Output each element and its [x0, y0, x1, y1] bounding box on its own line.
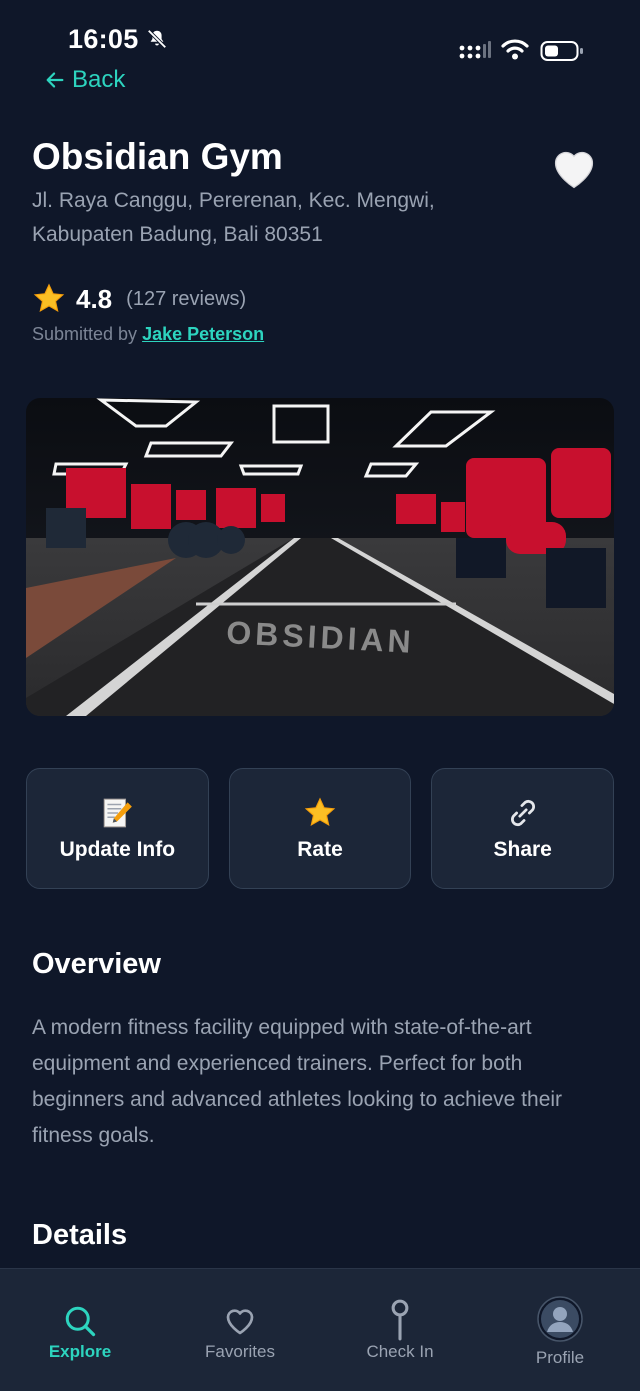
wifi-icon — [501, 39, 529, 60]
nav-explore[interactable]: Explore — [0, 1269, 160, 1391]
status-time: 16:05 — [68, 24, 139, 54]
submitter-link[interactable]: Jake Peterson — [142, 324, 264, 344]
gym-address: Jl. Raya Canggu, Pererenan, Kec. Mengwi,… — [32, 189, 435, 246]
bottom-nav: Explore Favorites Check In Profile — [0, 1268, 640, 1391]
gym-title: Obsidian Gym — [32, 136, 283, 177]
heart-icon[interactable] — [548, 142, 600, 194]
nav-explore-label: Explore — [48, 1342, 112, 1361]
update-info-button[interactable]: Update Info — [26, 768, 209, 889]
action-buttons: Update Info Rate Share — [26, 768, 615, 889]
search-icon — [65, 1306, 96, 1337]
overview-text: A modern fitness facility equipped with … — [32, 1016, 563, 1147]
gym-photo[interactable]: OBSIDIAN — [26, 398, 614, 716]
nav-profile-label: Profile — [535, 1348, 585, 1367]
signal-icon — [459, 41, 491, 59]
battery-icon — [540, 41, 583, 61]
gym-detail-screen: 16:05 Back Obsidian Gym Jl. Raya Canggu,… — [0, 0, 640, 1391]
star-icon — [33, 283, 65, 313]
rate-label: Rate — [297, 837, 343, 861]
submitted-prefix: Submitted by — [32, 324, 138, 344]
nav-favorites[interactable]: Favorites — [160, 1269, 320, 1391]
back-label: Back — [72, 66, 126, 93]
memo-icon — [104, 798, 133, 827]
back-button[interactable]: Back — [44, 66, 125, 94]
details-heading: Details — [32, 1219, 128, 1251]
arrow-left-icon — [46, 72, 64, 88]
nav-favorites-label: Favorites — [205, 1342, 275, 1361]
rating-row: 4.8 (127 reviews) — [32, 282, 246, 316]
update-info-label: Update Info — [59, 837, 176, 861]
avatar-icon — [537, 1296, 583, 1342]
mute-icon — [147, 29, 167, 49]
heart-outline-icon — [226, 1309, 254, 1335]
nav-profile[interactable]: Profile — [480, 1269, 640, 1391]
nav-check-in-label: Check In — [366, 1342, 434, 1361]
pin-icon — [391, 1299, 409, 1341]
gym-photo-illustration: OBSIDIAN — [26, 398, 614, 716]
share-label: Share — [493, 837, 552, 861]
link-icon — [510, 799, 535, 826]
overview-heading: Overview — [32, 948, 161, 980]
status-bar: 16:05 — [0, 0, 640, 70]
share-button[interactable]: Share — [431, 768, 615, 889]
rating-value: 4.8 — [76, 283, 113, 314]
nav-check-in[interactable]: Check In — [320, 1269, 480, 1391]
rate-button[interactable]: Rate — [228, 768, 412, 889]
star-icon — [304, 796, 336, 826]
submitted-by: Submitted by Jake Peterson — [32, 324, 264, 345]
review-count[interactable]: (127 reviews) — [126, 288, 246, 311]
